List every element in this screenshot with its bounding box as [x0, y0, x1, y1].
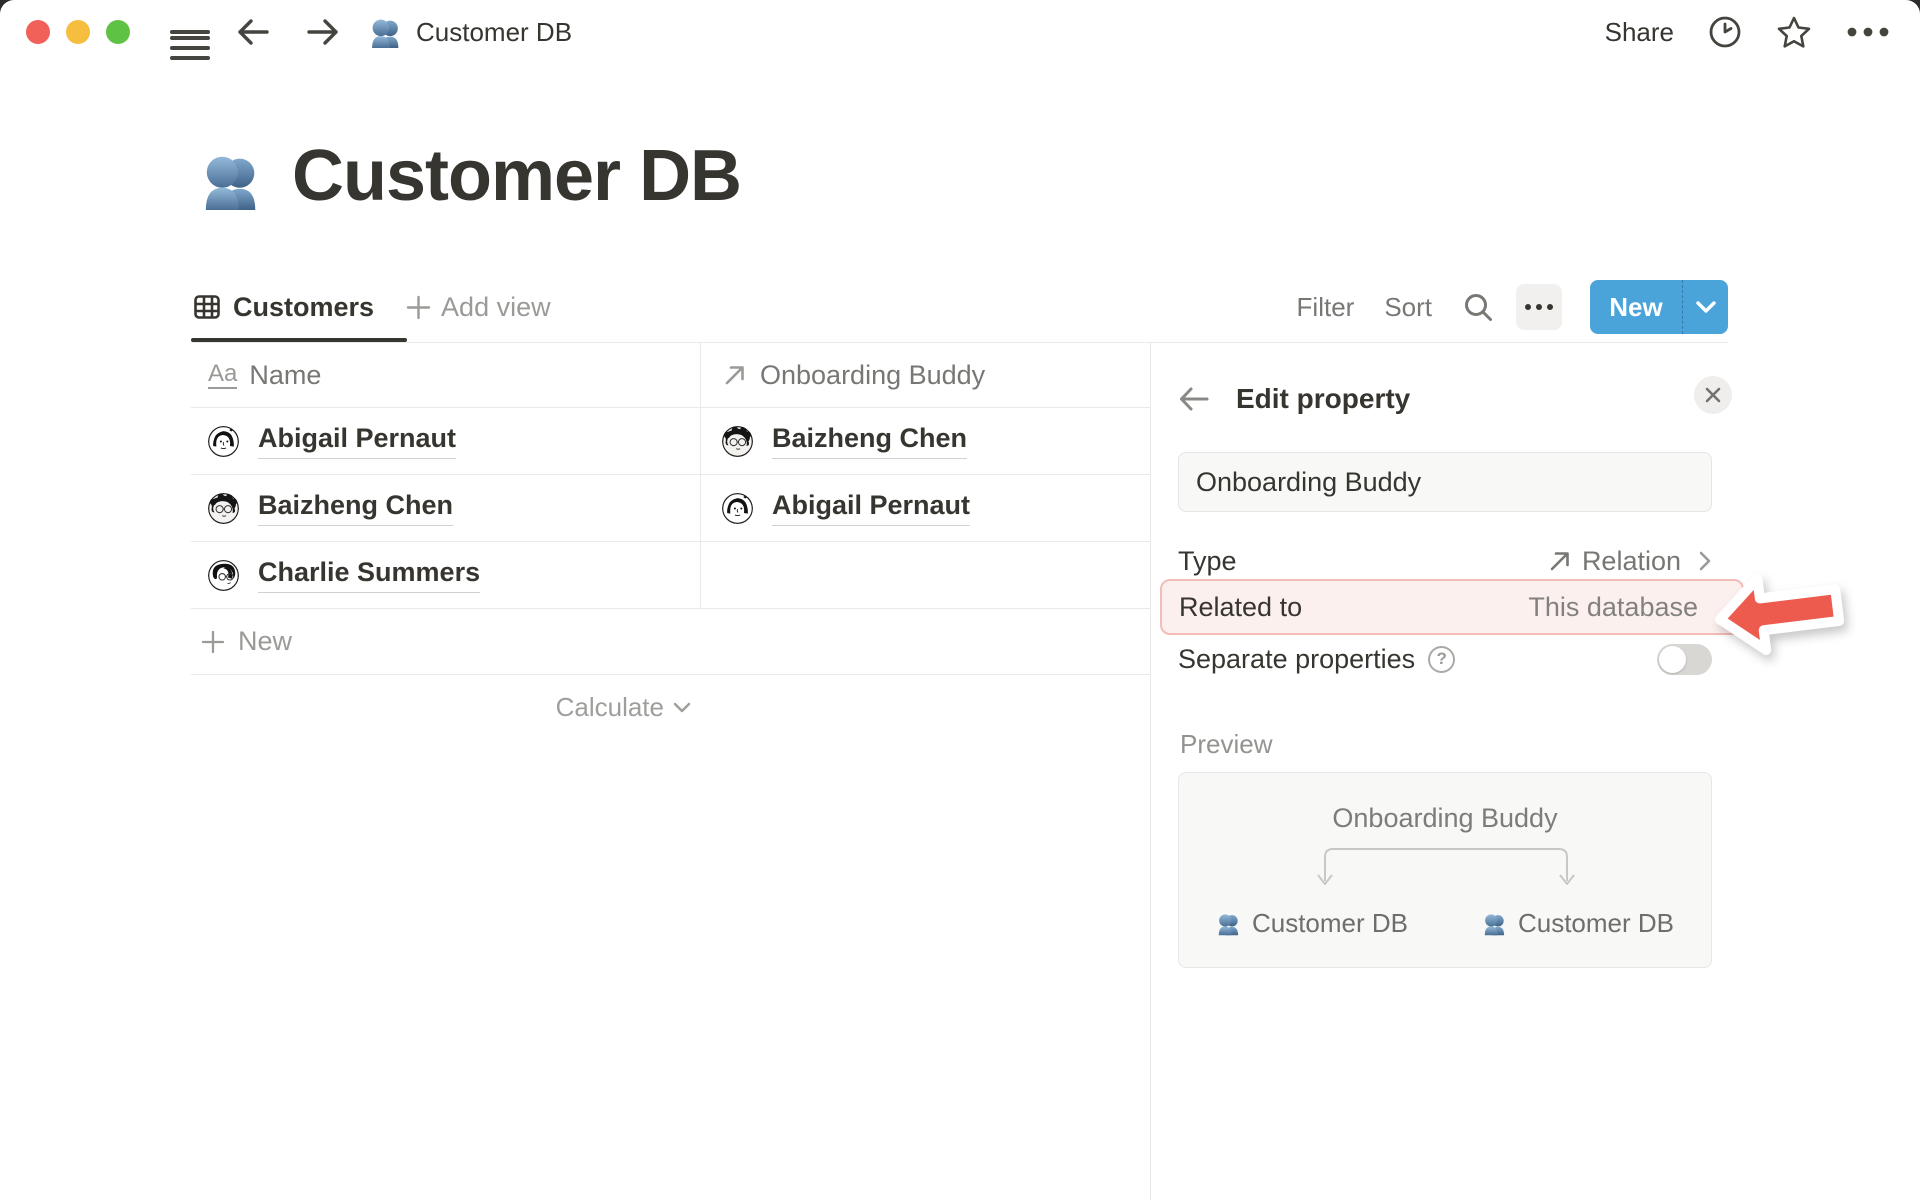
annotation-arrow-left-icon [1706, 560, 1856, 670]
filter-button[interactable]: Filter [1297, 292, 1355, 323]
toggle-knob [1659, 645, 1686, 673]
name-cell[interactable]: Baizheng Chen [258, 490, 454, 526]
avatar [722, 425, 753, 457]
chevron-down-icon [673, 702, 691, 712]
search-icon[interactable] [1462, 291, 1494, 323]
view-toolbar: Customers Add view Filter Sort New [191, 272, 1728, 342]
updates-clock-icon[interactable] [1708, 15, 1742, 49]
traffic-lights [26, 20, 130, 44]
buddy-cell[interactable]: Baizheng Chen [772, 423, 968, 459]
relation-arrow-icon [1547, 548, 1573, 574]
plus-icon [201, 630, 225, 653]
preview-right-database: Customer DB [1445, 908, 1711, 939]
column-header-name[interactable]: Aa Name [191, 343, 700, 407]
close-window-button[interactable] [26, 20, 50, 44]
people-icon [1484, 914, 1505, 936]
add-view-label: Add view [441, 291, 551, 322]
people-icon [368, 15, 404, 49]
sidebar-toggle-icon[interactable] [170, 24, 210, 60]
active-tab-underline [191, 338, 407, 342]
column-header-onboarding-buddy[interactable]: Onboarding Buddy [700, 343, 1150, 407]
panel-title: Edit property [1236, 383, 1411, 414]
related-to-value: This database [1528, 591, 1698, 622]
text-type-icon: Aa [208, 361, 238, 390]
new-record-button: New [1590, 280, 1728, 334]
sort-button[interactable]: Sort [1384, 292, 1432, 323]
avatar [722, 492, 753, 524]
preview-left-database: Customer DB [1179, 908, 1445, 939]
type-value: Relation [1581, 545, 1681, 576]
type-label: Type [1178, 545, 1237, 576]
new-button-dropdown[interactable] [1682, 280, 1728, 334]
zoom-window-button[interactable] [106, 20, 130, 44]
preview-left-db-label: Customer DB [1251, 908, 1409, 938]
more-options-icon[interactable] [1846, 26, 1890, 38]
share-button[interactable]: Share [1605, 17, 1674, 48]
avatar [208, 425, 239, 457]
avatar [208, 492, 239, 524]
separate-properties-label: Separate properties [1178, 643, 1416, 674]
column-buddy-label: Onboarding Buddy [760, 359, 986, 390]
relation-preview-diagram: Onboarding Buddy Customer DB Customer DB [1178, 772, 1712, 968]
property-name-input[interactable]: Onboarding Buddy [1178, 452, 1712, 512]
new-row-button[interactable]: New [191, 609, 1150, 675]
plus-icon [406, 295, 431, 320]
empty-buddy-cell[interactable] [700, 542, 1150, 608]
customers-table: Aa Name Onboarding Buddy Abigail Pernaut… [191, 343, 1150, 739]
table-row[interactable]: Abigail Pernaut Baizheng Chen [191, 408, 1150, 475]
minimize-window-button[interactable] [66, 20, 90, 44]
notion-window: Customer DB Share Customer DB Customers … [0, 0, 1920, 1200]
panel-close-icon[interactable] [1694, 376, 1732, 414]
column-name-label: Name [249, 359, 322, 390]
new-row-label: New [238, 626, 293, 656]
add-view-button[interactable]: Add view [406, 292, 551, 323]
name-cell[interactable]: Charlie Summers [258, 557, 481, 593]
table-view-icon [193, 293, 221, 321]
view-options-button[interactable] [1516, 284, 1562, 330]
relation-arrow-icon [722, 362, 748, 388]
calculate-label: Calculate [555, 691, 664, 722]
calculate-button[interactable]: Calculate [191, 675, 700, 739]
breadcrumb-title: Customer DB [416, 16, 573, 47]
back-icon[interactable] [236, 17, 270, 47]
favorite-star-icon[interactable] [1776, 15, 1812, 49]
preview-label: Preview [1180, 729, 1273, 759]
related-to-row-highlighted[interactable]: Related to This database [1160, 579, 1744, 635]
name-cell[interactable]: Abigail Pernaut [258, 423, 457, 459]
avatar [208, 559, 239, 591]
preview-right-db-label: Customer DB [1517, 908, 1675, 938]
table-header-row: Aa Name Onboarding Buddy [191, 343, 1150, 408]
page-people-icon [198, 148, 266, 212]
relation-bracket-connector [1317, 848, 1575, 885]
panel-back-icon[interactable] [1178, 385, 1210, 413]
page-title[interactable]: Customer DB [292, 140, 742, 212]
titlebar: Customer DB Share [0, 0, 1920, 64]
separate-properties-toggle[interactable] [1657, 643, 1712, 675]
separate-properties-row: Separate properties ? [1178, 643, 1712, 675]
tab-customers[interactable]: Customers [191, 272, 407, 342]
help-question-icon[interactable]: ? [1428, 645, 1456, 673]
type-row[interactable]: Type Relation [1178, 546, 1712, 576]
people-icon [1218, 914, 1239, 936]
table-row[interactable]: Charlie Summers [191, 542, 1150, 609]
new-button-label[interactable]: New [1590, 280, 1682, 334]
edit-property-panel: Edit property Onboarding Buddy Type Rela… [1151, 343, 1920, 1200]
related-to-label: Related to [1179, 591, 1303, 622]
tab-customers-label: Customers [233, 291, 375, 322]
forward-icon[interactable] [306, 17, 340, 47]
breadcrumb[interactable]: Customer DB [368, 15, 572, 49]
buddy-cell[interactable]: Abigail Pernaut [772, 490, 971, 526]
table-row[interactable]: Baizheng Chen Abigail Pernaut [191, 475, 1150, 542]
